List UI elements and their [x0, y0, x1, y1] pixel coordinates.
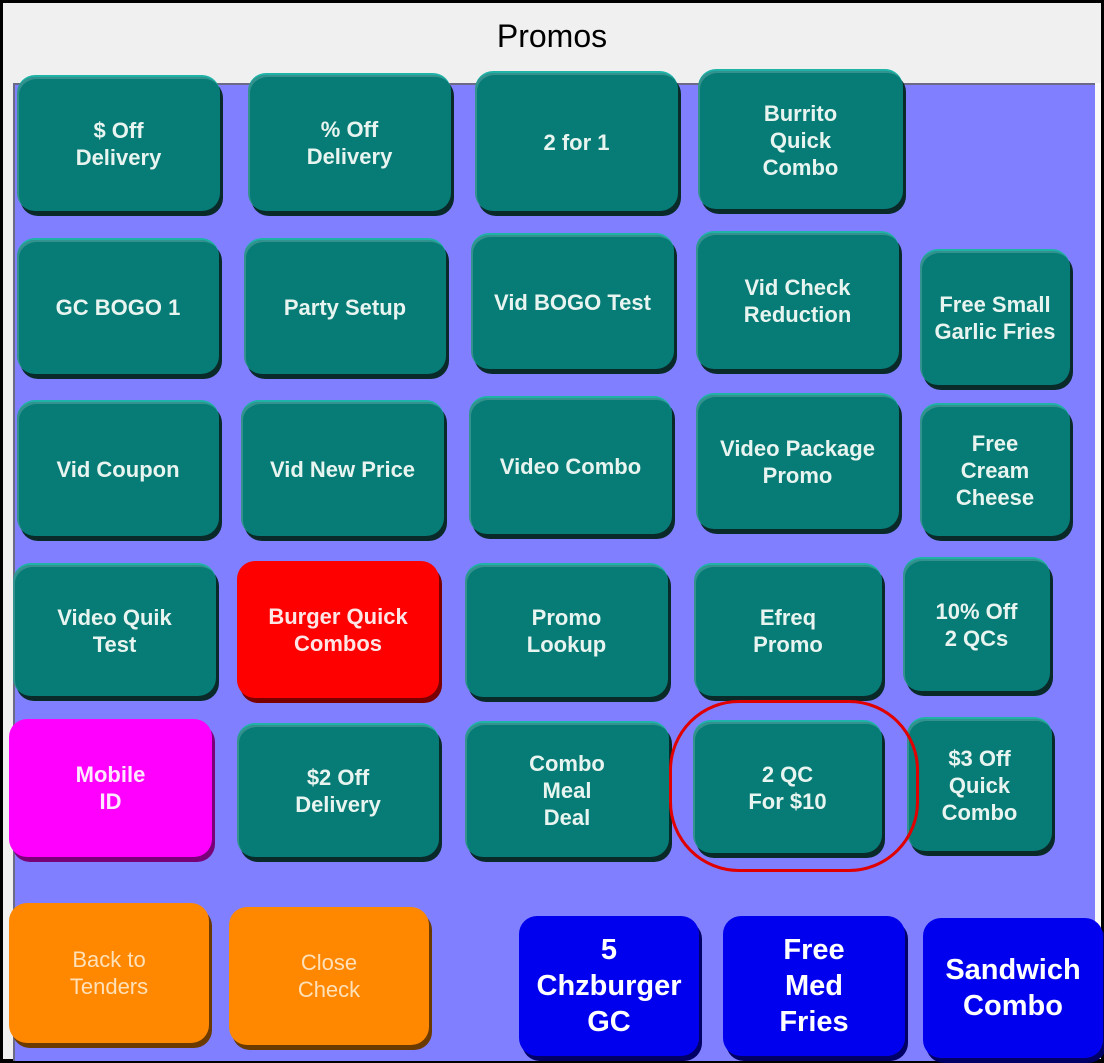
promo-button-10-percent-off-2-qcs[interactable]: 10% Off 2 QCs: [903, 557, 1050, 691]
quick-button-free-med-fries[interactable]: Free Med Fries: [723, 916, 905, 1056]
promo-button-video-combo[interactable]: Video Combo: [469, 396, 672, 534]
promo-button-dollar-off-delivery[interactable]: $ Off Delivery: [17, 75, 220, 211]
promo-button-promo-lookup[interactable]: Promo Lookup: [465, 563, 668, 697]
promo-button-vid-bogo-test[interactable]: Vid BOGO Test: [471, 233, 674, 369]
promo-button-burger-quick-combos[interactable]: Burger Quick Combos: [237, 561, 439, 698]
promo-button-free-cream-cheese[interactable]: Free Cream Cheese: [920, 403, 1070, 536]
promo-button-video-package-promo[interactable]: Video Package Promo: [696, 393, 899, 529]
promo-button-gc-bogo-1[interactable]: GC BOGO 1: [17, 238, 219, 374]
promo-button-vid-new-price[interactable]: Vid New Price: [241, 400, 444, 536]
promo-button-mobile-id[interactable]: Mobile ID: [9, 719, 212, 857]
promo-button-combo-meal-deal[interactable]: Combo Meal Deal: [465, 721, 669, 857]
promo-button-2-dollar-off-delivery[interactable]: $2 Off Delivery: [237, 723, 439, 857]
promo-button-vid-coupon[interactable]: Vid Coupon: [17, 400, 219, 536]
promo-button-percent-off-delivery[interactable]: % Off Delivery: [248, 73, 451, 211]
promo-button-3-dollar-off-quick-combo[interactable]: $3 Off Quick Combo: [907, 717, 1052, 851]
promo-button-vid-check-reduction[interactable]: Vid Check Reduction: [696, 231, 899, 369]
promo-button-burrito-quick-combo[interactable]: Burrito Quick Combo: [698, 69, 903, 209]
promo-button-2-qc-for-10[interactable]: 2 QC For $10: [693, 720, 882, 853]
promo-button-video-quik-test[interactable]: Video Quik Test: [13, 563, 216, 696]
promos-window: Promos $ Off Delivery % Off Delivery 2 f…: [3, 3, 1103, 1061]
promo-button-efreq-promo[interactable]: Efreq Promo: [694, 563, 882, 696]
quick-button-5-chzburger-gc[interactable]: 5 Chzburger GC: [519, 916, 699, 1056]
window-title: Promos: [496, 18, 608, 54]
promo-button-2-for-1[interactable]: 2 for 1: [475, 71, 678, 211]
panel-edge: [1095, 83, 1101, 1059]
promo-button-free-small-garlic-fries[interactable]: Free Small Garlic Fries: [920, 249, 1070, 385]
back-to-tenders-button[interactable]: Back to Tenders: [9, 903, 209, 1043]
promo-button-party-setup[interactable]: Party Setup: [244, 238, 446, 374]
close-check-button[interactable]: Close Check: [229, 907, 429, 1045]
quick-button-sandwich-combo[interactable]: Sandwich Combo: [923, 918, 1103, 1058]
